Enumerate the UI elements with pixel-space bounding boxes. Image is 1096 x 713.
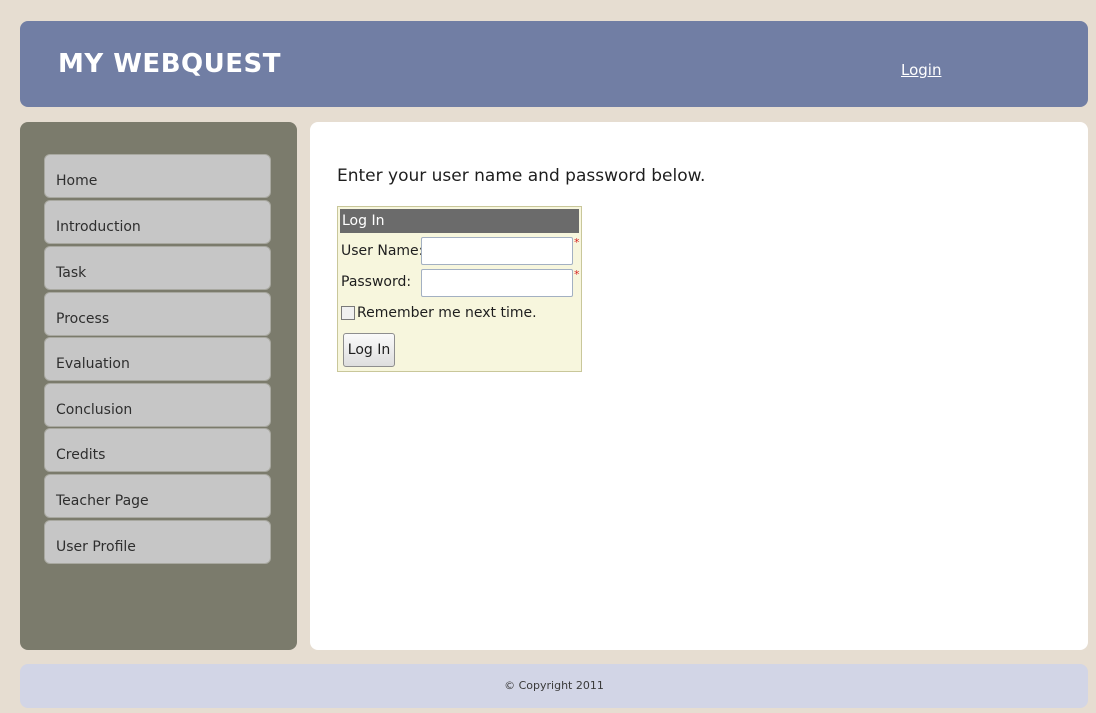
sidebar-item-user-profile[interactable]: User Profile — [44, 520, 271, 564]
remember-me-label: Remember me next time. — [357, 305, 537, 321]
login-instructions: Enter your user name and password below. — [337, 166, 706, 186]
username-required-indicator: * — [574, 236, 580, 249]
header: MY WEBQUEST Login — [20, 21, 1088, 107]
sidebar-item-teacher-page[interactable]: Teacher Page — [44, 474, 271, 518]
username-label: User Name: — [341, 243, 424, 259]
login-link[interactable]: Login — [901, 61, 941, 79]
login-box-title: Log In — [340, 209, 579, 233]
sidebar-item-home[interactable]: Home — [44, 154, 271, 198]
site-title: MY WEBQUEST — [58, 49, 281, 79]
sidebar-item-process[interactable]: Process — [44, 292, 271, 336]
login-box: Log In User Name: * Password: * Remember… — [337, 206, 582, 372]
sidebar: Home Introduction Task Process Evaluatio… — [20, 122, 297, 650]
password-field[interactable] — [421, 269, 573, 297]
password-required-indicator: * — [574, 268, 580, 281]
sidebar-item-evaluation[interactable]: Evaluation — [44, 337, 271, 381]
sidebar-item-credits[interactable]: Credits — [44, 428, 271, 472]
footer: © Copyright 2011 — [20, 664, 1088, 708]
sidebar-item-task[interactable]: Task — [44, 246, 271, 290]
login-submit-button[interactable]: Log In — [343, 333, 395, 367]
remember-me-checkbox[interactable] — [341, 306, 355, 320]
sidebar-item-introduction[interactable]: Introduction — [44, 200, 271, 244]
copyright-text: © Copyright 2011 — [504, 679, 604, 692]
username-field[interactable] — [421, 237, 573, 265]
sidebar-item-conclusion[interactable]: Conclusion — [44, 383, 271, 427]
password-label: Password: — [341, 274, 412, 290]
main-content: Enter your user name and password below.… — [310, 122, 1088, 650]
